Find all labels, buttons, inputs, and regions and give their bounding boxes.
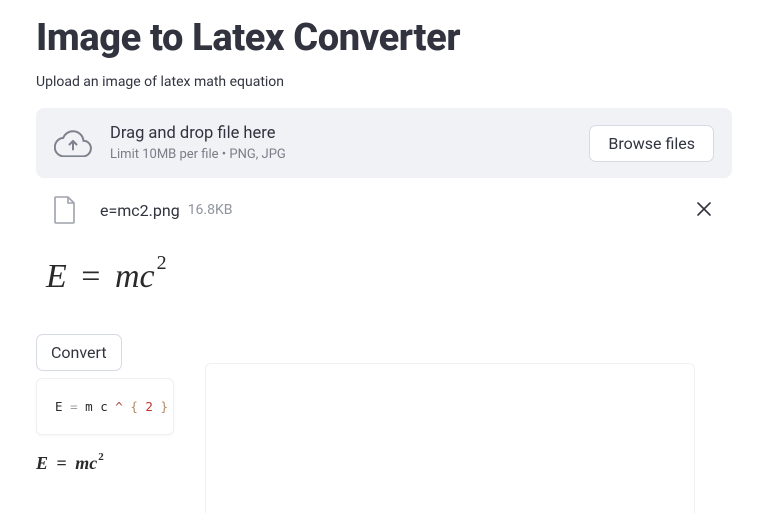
preview-exponent: 2 [157,252,167,274]
rendered-var-m: m [75,453,89,473]
remove-file-button[interactable] [696,201,714,219]
cloud-upload-icon [54,129,92,157]
uploaded-file-row: e=mc2.png 16.8KB [36,178,732,230]
page-subtitle: Upload an image of latex math equation [36,74,732,90]
secondary-panel [205,363,695,513]
code-token: = [70,399,78,414]
browse-files-button[interactable]: Browse files [589,125,714,162]
code-token: c [100,399,108,414]
preview-var-c: c [140,258,155,295]
code-token: 2 [145,399,153,414]
uploaded-image-preview: E = mc2 [36,258,732,304]
file-uploader-dropzone[interactable]: Drag and drop file here Limit 10MB per f… [36,108,732,178]
code-token: m [85,399,93,414]
code-token: { [130,399,138,414]
rendered-exponent: 2 [98,451,104,463]
convert-button[interactable]: Convert [36,334,122,371]
preview-var-E: E [46,258,67,295]
code-token: } [160,399,168,414]
rendered-var-c: c [89,453,97,473]
file-icon [54,196,78,224]
code-token: E [55,399,63,414]
dropzone-title: Drag and drop file here [110,124,589,143]
uploaded-file-size: 16.8KB [188,202,233,218]
uploaded-file-name: e=mc2.png [100,201,180,220]
dropzone-hint: Limit 10MB per file • PNG, JPG [110,147,589,162]
rendered-equals: = [57,453,67,473]
latex-code-output[interactable]: E = m c ^ { 2 } [36,378,174,435]
preview-var-m: m [115,258,140,295]
preview-equals: = [81,258,100,295]
code-token: ^ [115,399,123,414]
page-title: Image to Latex Converter [36,0,732,60]
rendered-var-E: E [36,453,48,473]
